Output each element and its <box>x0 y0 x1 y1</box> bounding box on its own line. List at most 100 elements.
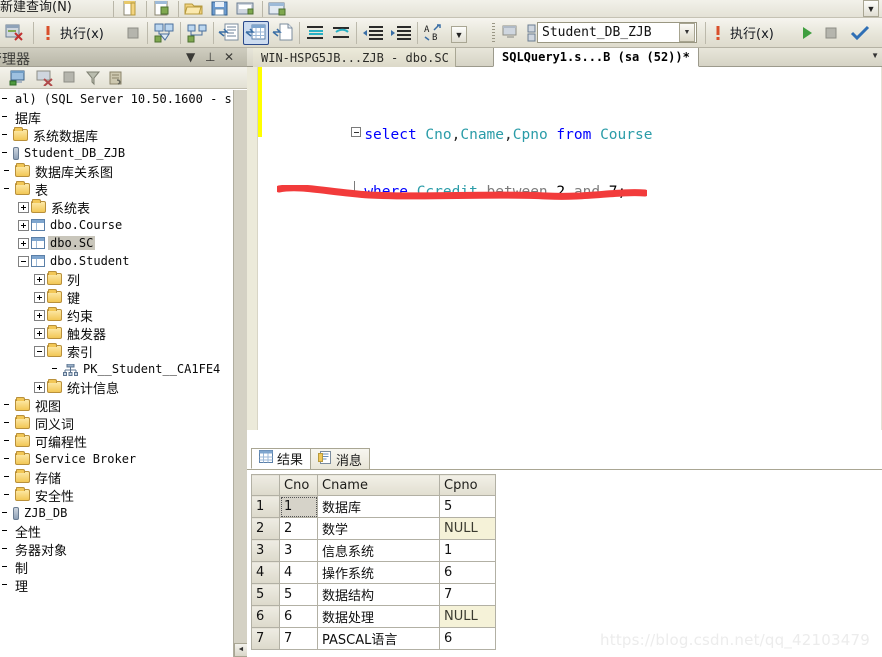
tree-node[interactable]: 表 <box>0 180 50 199</box>
new-file-icon[interactable] <box>120 0 140 17</box>
parse-check-icon[interactable] <box>152 21 176 45</box>
tree-node[interactable]: dbo.SC <box>0 234 96 252</box>
table-row[interactable]: 5 5 数据结构 7 <box>251 583 496 606</box>
comment-lines-icon[interactable] <box>304 21 326 45</box>
tree-node[interactable]: 制 <box>0 558 30 577</box>
table-row[interactable]: 6 6 数据处理 NULL <box>251 605 496 628</box>
row-header-cell[interactable]: 6 <box>251 605 280 628</box>
chevron-down-icon[interactable]: ▼ <box>679 23 695 42</box>
table-row[interactable]: 4 4 操作系统 6 <box>251 561 496 584</box>
tree-node[interactable]: 视图 <box>0 396 63 415</box>
expand-plus-icon[interactable] <box>34 309 45 321</box>
connect-icon[interactable] <box>9 70 29 91</box>
sql-code-editor[interactable]: select Cno,Cname,Cpno from Course where … <box>247 67 882 466</box>
tree-node[interactable]: Service Broker <box>0 450 138 468</box>
execute-label-2[interactable]: 执行(x) <box>730 23 774 42</box>
tree-node[interactable]: Student_DB_ZJB <box>0 144 127 162</box>
tree-node[interactable]: 系统表 <box>0 198 92 217</box>
table-cell-cname[interactable]: 信息系统 <box>317 539 440 562</box>
table-cell-cname[interactable]: 数据库 <box>317 495 440 518</box>
decrease-indent-icon[interactable] <box>389 21 413 45</box>
new-project-icon[interactable] <box>152 0 172 17</box>
expand-plus-icon[interactable] <box>18 219 29 231</box>
table-cell-cpno[interactable]: NULL <box>439 605 496 628</box>
column-header-cno[interactable]: Cno <box>279 474 318 496</box>
stop-icon[interactable] <box>62 70 76 89</box>
tab-dbo-sc[interactable]: WIN-HSPG5JB...ZJB - dbo.SC <box>253 48 456 67</box>
tree-node[interactable]: dbo.Student <box>0 252 131 270</box>
execute-label[interactable]: 执行(x) <box>60 23 104 42</box>
tree-node[interactable]: dbo.Course <box>0 216 124 234</box>
grid-corner-cell[interactable] <box>251 474 280 496</box>
save-icon[interactable] <box>210 1 230 17</box>
row-header-cell[interactable]: 3 <box>251 539 280 562</box>
execute-bang-icon-2[interactable] <box>710 21 726 45</box>
table-cell-cpno[interactable]: NULL <box>439 517 496 540</box>
refresh-script-icon[interactable] <box>107 70 125 91</box>
results-to-text-icon[interactable] <box>217 21 241 45</box>
table-row[interactable]: 3 3 信息系统 1 <box>251 539 496 562</box>
increase-indent-icon[interactable] <box>361 21 385 45</box>
table-cell-cname[interactable]: 操作系统 <box>317 561 440 584</box>
expand-plus-icon[interactable] <box>34 381 45 393</box>
results-to-file-icon[interactable] <box>271 21 295 45</box>
display-estimated-plan-icon[interactable] <box>185 21 209 45</box>
editor-toolbar-overflow-button[interactable]: ▼ <box>451 26 467 43</box>
table-cell-cpno[interactable]: 6 <box>439 627 496 650</box>
expand-plus-icon[interactable] <box>18 237 29 249</box>
blue-check-icon[interactable] <box>848 21 872 45</box>
fold-collapse-icon[interactable] <box>351 127 362 137</box>
tab-results[interactable]: 结果 <box>251 448 312 469</box>
run-green-arrow-icon[interactable] <box>797 21 817 45</box>
execute-bang-icon[interactable] <box>40 21 56 45</box>
tree-node[interactable]: 务器对象 <box>0 540 69 559</box>
table-cell-cno[interactable]: 6 <box>279 605 318 628</box>
table-cell-cname[interactable]: PASCAL语言 <box>317 627 440 650</box>
table-cell-cpno[interactable]: 5 <box>439 495 496 518</box>
connect-server-icon[interactable] <box>500 21 524 45</box>
column-header-cname[interactable]: Cname <box>317 474 440 496</box>
tree-node[interactable]: 数据库关系图 <box>0 162 115 181</box>
object-explorer-vscrollbar[interactable]: ◄ <box>233 90 248 657</box>
tree-node[interactable]: 同义词 <box>0 414 76 433</box>
close-icon[interactable]: ✕ <box>224 50 234 64</box>
table-row[interactable]: 7 7 PASCAL语言 6 <box>251 627 496 650</box>
toolbar-overflow-button[interactable]: ▼ <box>863 0 879 17</box>
database-combobox[interactable]: Student_DB_ZJB ▼ <box>537 22 697 43</box>
expand-plus-icon[interactable] <box>34 291 45 303</box>
window-icon[interactable] <box>268 1 288 17</box>
results-to-grid-icon[interactable] <box>243 21 269 45</box>
tree-node[interactable]: 据库 <box>0 108 43 127</box>
tab-sqlquery1[interactable]: SQLQuery1.s...B (sa (52))* <box>493 48 699 67</box>
open-folder-icon[interactable] <box>184 1 204 17</box>
table-cell-cname[interactable]: 数学 <box>317 517 440 540</box>
column-header-cpno[interactable]: Cpno <box>439 474 496 496</box>
uncomment-lines-icon[interactable] <box>330 21 352 45</box>
filter-funnel-icon[interactable] <box>85 70 101 91</box>
tree-node[interactable]: 键 <box>0 288 82 307</box>
new-query-label[interactable]: 新建查询(N) <box>0 0 72 15</box>
tree-node[interactable]: 列 <box>0 270 82 289</box>
table-cell-cno[interactable]: 7 <box>279 627 318 650</box>
scroll-down-button[interactable]: ◄ <box>234 643 248 657</box>
table-cell-cpno[interactable]: 6 <box>439 561 496 584</box>
tree-node[interactable]: PK__Student__CA1FE4 <box>0 360 222 378</box>
cancel-grey-square-icon[interactable] <box>821 21 841 45</box>
table-cell-cno[interactable]: 1 <box>279 495 318 518</box>
row-header-cell[interactable]: 2 <box>251 517 280 540</box>
row-header-cell[interactable]: 1 <box>251 495 280 518</box>
expand-plus-icon[interactable] <box>18 201 29 213</box>
toolbar-grip[interactable] <box>492 23 495 43</box>
tree-node[interactable]: 理 <box>0 576 30 595</box>
tree-node[interactable]: ZJB_DB <box>0 504 69 522</box>
table-cell-cname[interactable]: 数据结构 <box>317 583 440 606</box>
tree-node[interactable]: 全性 <box>0 522 43 541</box>
table-row[interactable]: 2 2 数学 NULL <box>251 517 496 540</box>
collapse-minus-icon[interactable] <box>18 255 29 267</box>
spell-check-icon[interactable]: AB <box>422 21 448 45</box>
tree-node[interactable]: 索引 <box>0 342 95 361</box>
stop-square-icon[interactable] <box>123 21 143 45</box>
object-explorer-tree[interactable]: al) (SQL Server 10.50.1600 - s 据库 系统数据库 Stu… <box>0 90 233 657</box>
tree-node[interactable]: 可编程性 <box>0 432 89 451</box>
tree-node[interactable]: 安全性 <box>0 486 76 505</box>
